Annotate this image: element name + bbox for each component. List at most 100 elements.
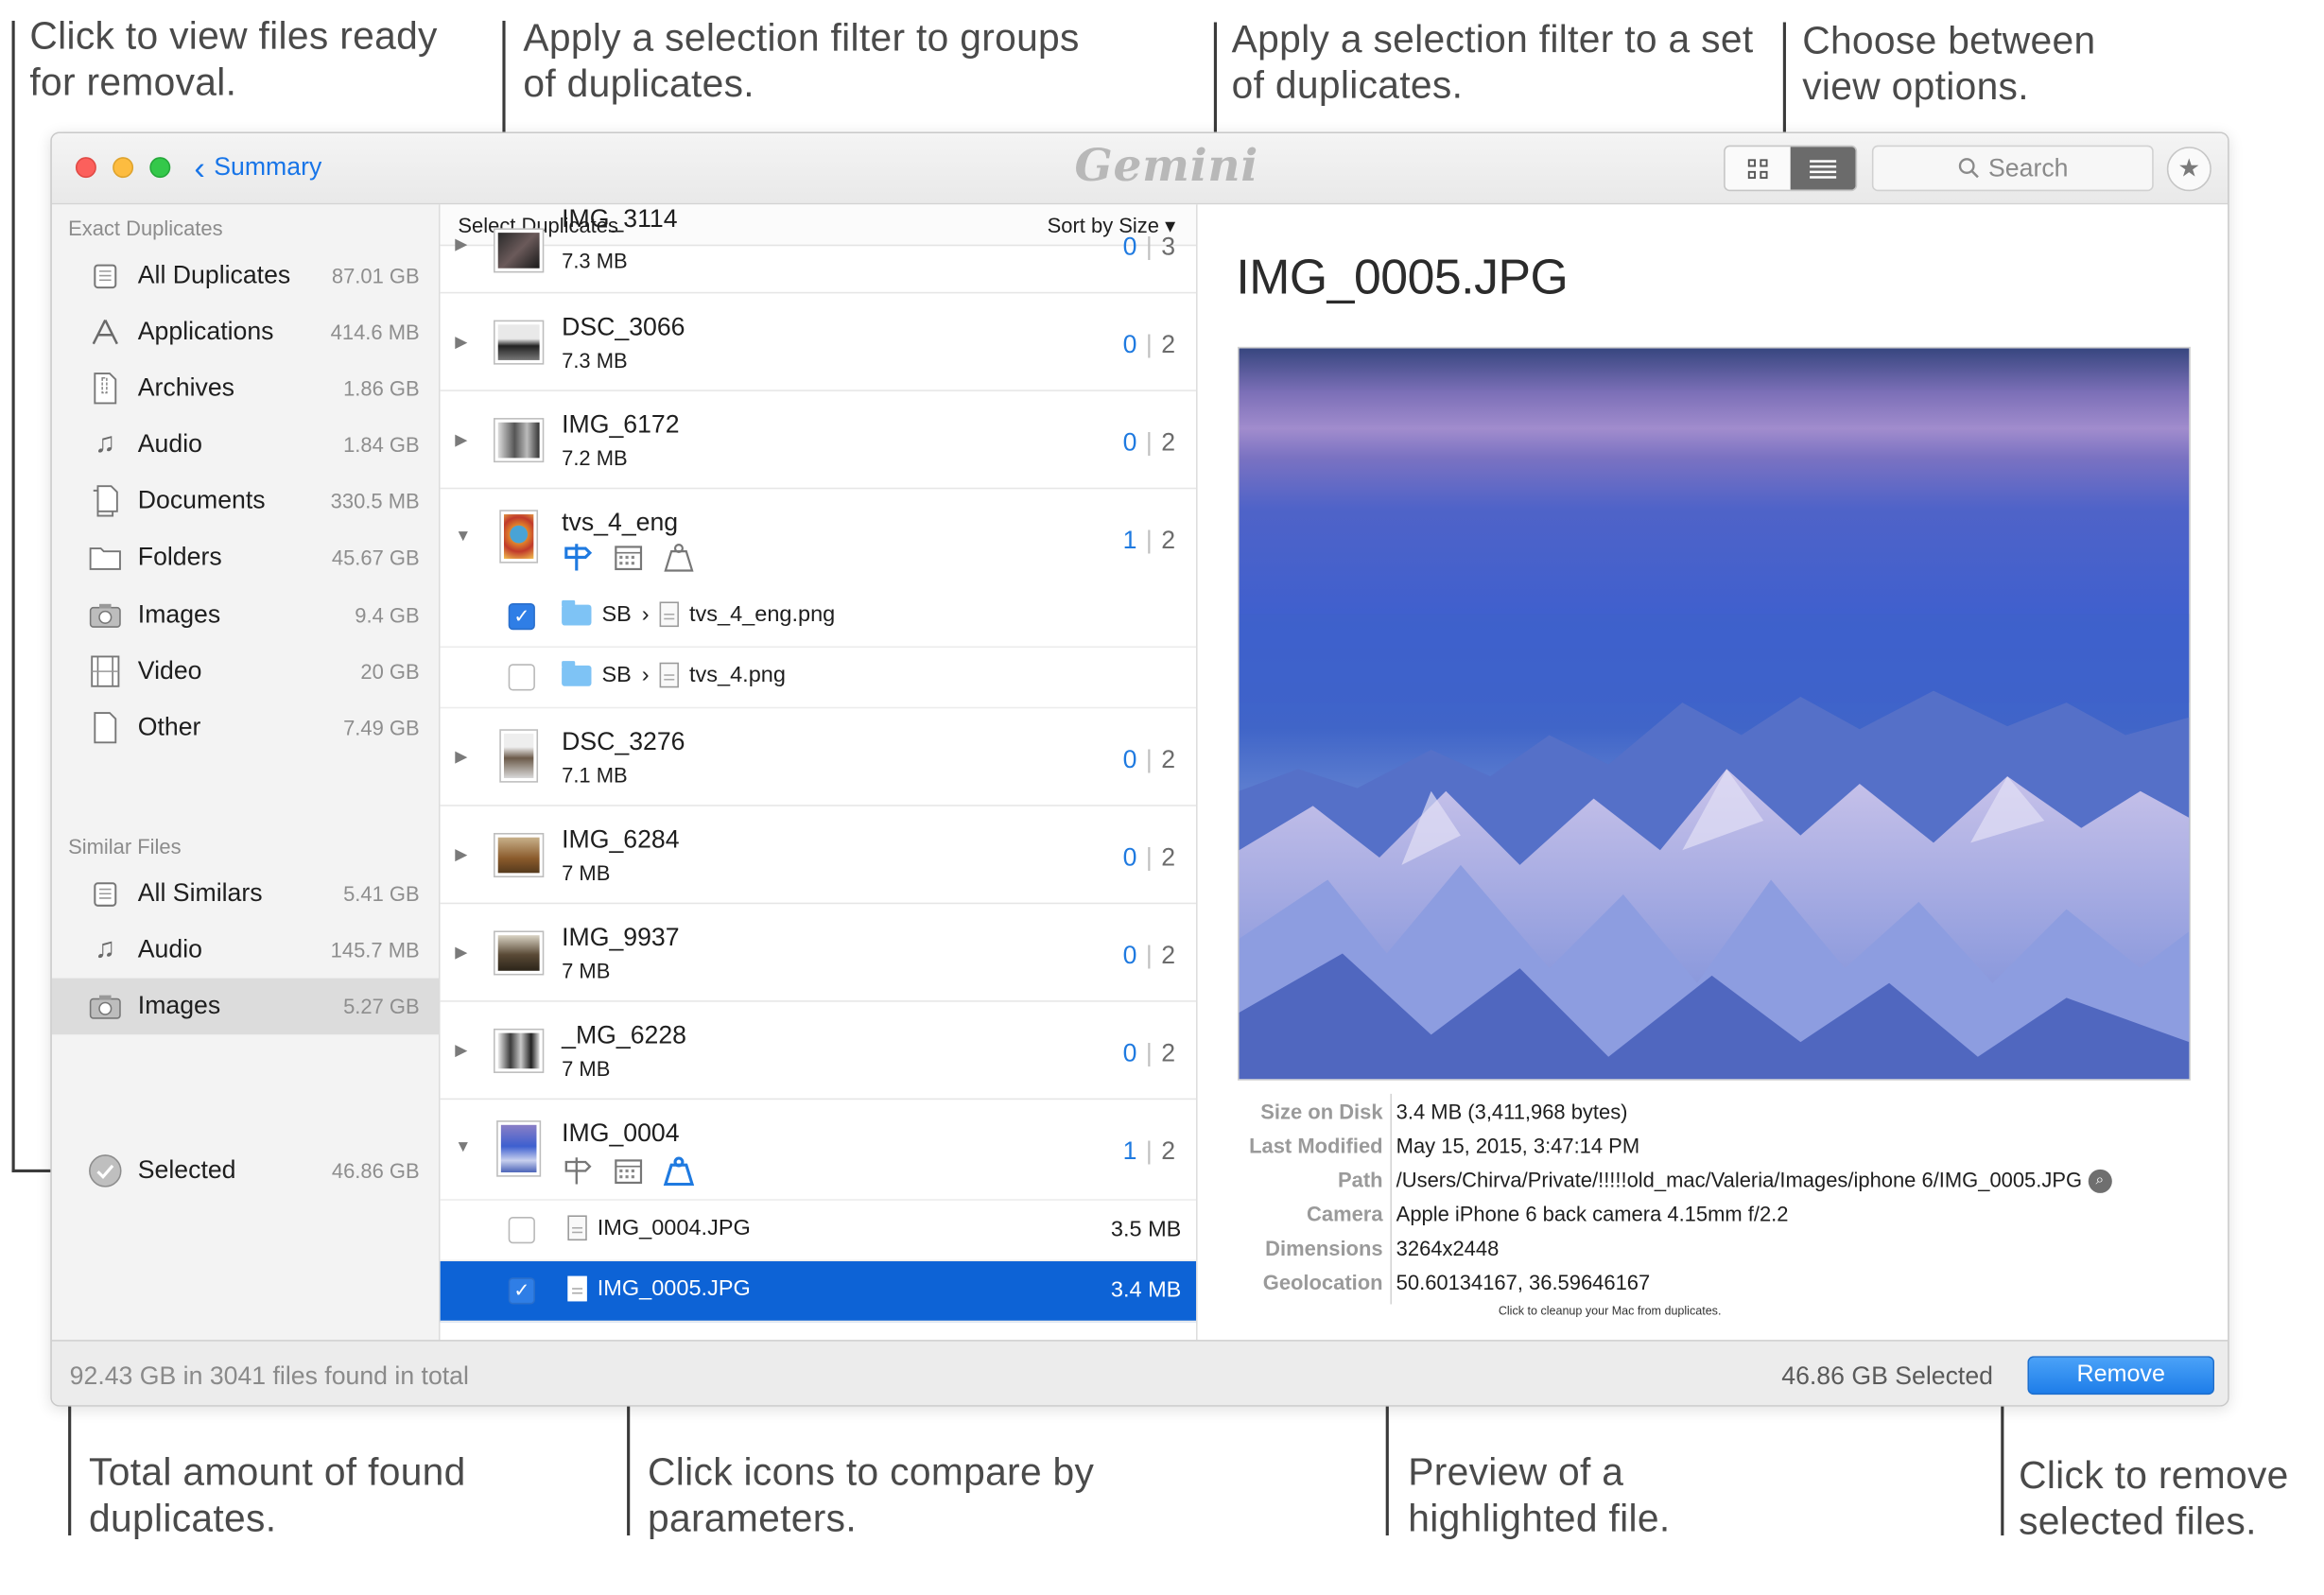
metadata-key: Dimensions <box>1265 1236 1383 1260</box>
sidebar-item-selected[interactable]: Selected 46.86 GB <box>52 1143 441 1200</box>
file-checkbox[interactable]: ✓ <box>508 1277 535 1305</box>
duplicate-group[interactable]: ▶ _MG_6228 7 MB 0 | 2 <box>440 1002 1197 1101</box>
group-size: 7 MB <box>562 959 611 983</box>
group-count[interactable]: 0 | 2 <box>1123 746 1175 775</box>
weight-icon[interactable] <box>663 1156 695 1187</box>
calendar-icon[interactable] <box>612 1156 644 1186</box>
duplicate-group-expanded[interactable]: ▼ IMG_0004 1 | 2 <box>440 1100 1197 1201</box>
file-icon <box>659 601 679 628</box>
metadata-row: Path /Users/Chirva/Private/!!!!!old_mac/… <box>1198 1168 2228 1202</box>
sidebar-item-similar-images[interactable]: Images 5.27 GB <box>51 978 441 1035</box>
file-size: 3.5 MB <box>1110 1216 1182 1242</box>
duplicate-file-row[interactable]: ✓ SB › tvs_4_eng.png <box>440 587 1197 649</box>
sidebar-item-archives[interactable]: Archives 1.86 GB <box>52 360 441 417</box>
disclosure-triangle-icon[interactable]: ▶ <box>455 332 467 352</box>
selected-count: 0 <box>1122 941 1137 970</box>
metadata-key: Path <box>1338 1168 1383 1192</box>
disclosure-triangle-open-icon[interactable]: ▼ <box>455 528 471 546</box>
metadata-key: Last Modified <box>1249 1134 1383 1158</box>
group-count[interactable]: 0 | 2 <box>1123 331 1175 360</box>
zoom-window-button[interactable] <box>149 157 171 179</box>
group-count[interactable]: 0 | 2 <box>1123 843 1175 873</box>
sidebar-item-size: 145.7 MB <box>330 938 420 962</box>
duplicate-group[interactable]: ▶ IMG_6284 7 MB 0 | 2 <box>440 806 1197 905</box>
sidebar-item-size: 5.27 GB <box>343 994 420 1018</box>
sidebar-item-video[interactable]: Video 20 GB <box>52 643 441 700</box>
grid-view-button[interactable] <box>1726 147 1791 189</box>
duplicate-group[interactable]: ▶ DSC_3066 7.3 MB 0 | 2 <box>440 293 1197 391</box>
sidebar-item-other[interactable]: Other 7.49 GB <box>52 700 441 756</box>
disclosure-triangle-icon[interactable]: ▶ <box>455 943 467 962</box>
group-count[interactable]: 0 | 2 <box>1123 428 1175 458</box>
sidebar-item-all-similars[interactable]: All Similars 5.41 GB <box>52 865 441 922</box>
file-checkbox[interactable] <box>508 664 535 691</box>
remove-button[interactable]: Remove <box>2027 1356 2214 1396</box>
connector-line <box>1782 22 1786 150</box>
sidebar-item-similar-audio[interactable]: ♫ Audio 145.7 MB <box>52 922 441 979</box>
sidebar-item-label: Archives <box>137 373 234 402</box>
exact-duplicates-header: Exact Duplicates <box>68 216 223 240</box>
file-checkbox[interactable] <box>508 1216 535 1244</box>
duplicate-group[interactable]: ▶ IMG_6172 7.2 MB 0 | 2 <box>440 391 1197 490</box>
duplicate-group[interactable]: ▶ IMG_9937 7 MB 0 | 2 <box>440 904 1197 1002</box>
callout-group-filter: Apply a selection filter to groups of du… <box>523 14 1080 106</box>
duplicate-file-row-highlighted[interactable]: ✓ IMG_0005.JPG 3.4 MB <box>440 1261 1197 1323</box>
sidebar-item-images[interactable]: Images 9.4 GB <box>52 587 441 644</box>
sidebar-item-audio[interactable]: ♫ Audio 1.84 GB <box>52 416 441 473</box>
search-input[interactable]: Search <box>1871 145 2154 192</box>
minimize-window-button[interactable] <box>113 157 134 179</box>
disclosure-triangle-icon[interactable]: ▶ <box>455 430 467 449</box>
sidebar-item-folders[interactable]: Folders 45.67 GB <box>52 529 441 586</box>
reveal-in-finder-icon[interactable]: ⌕ <box>2088 1170 2112 1194</box>
count-separator: | <box>1145 330 1153 359</box>
metadata-row: Camera Apple iPhone 6 back camera 4.15mm… <box>1198 1202 2228 1236</box>
total-count: 2 <box>1161 526 1176 555</box>
count-separator: | <box>1145 526 1153 555</box>
archive-icon <box>87 371 123 407</box>
film-icon <box>87 653 123 689</box>
list-icon <box>1810 159 1837 178</box>
duplicate-group-expanded[interactable]: ▼ tvs_4_eng 1 | 2 <box>441 489 1196 586</box>
favorites-button[interactable]: ★ <box>2166 147 2211 192</box>
applications-icon <box>87 314 123 350</box>
list-view-button[interactable] <box>1790 147 1856 190</box>
file-path: IMG_0004.JPG <box>567 1215 751 1241</box>
file-icon <box>659 662 679 688</box>
signpost-icon[interactable] <box>562 543 594 572</box>
group-count[interactable]: 1 | 2 <box>1123 1136 1175 1166</box>
disclosure-triangle-icon[interactable]: ▶ <box>455 1040 467 1060</box>
disclosure-triangle-icon[interactable]: ▶ <box>455 747 467 767</box>
total-count: 2 <box>1161 330 1176 359</box>
disclosure-triangle-icon[interactable]: ▶ <box>455 234 467 253</box>
group-count[interactable]: 0 | 2 <box>1123 1039 1175 1068</box>
disclosure-triangle-icon[interactable]: ▶ <box>455 845 467 864</box>
group-count[interactable]: 1 | 2 <box>1123 526 1175 555</box>
metadata-key: Geolocation <box>1262 1270 1383 1294</box>
sidebar-item-all-duplicates[interactable]: All Duplicates 87.01 GB <box>52 248 441 304</box>
back-to-summary-button[interactable]: ‹ Summary <box>194 151 321 183</box>
sidebar-item-label: Audio <box>137 429 202 459</box>
sidebar-item-label: Images <box>137 599 221 629</box>
file-checkbox[interactable]: ✓ <box>508 603 535 631</box>
group-size: 7.1 MB <box>562 763 628 788</box>
group-count[interactable]: 0 | 3 <box>1123 233 1175 262</box>
disclosure-triangle-open-icon[interactable]: ▼ <box>455 1138 471 1156</box>
close-window-button[interactable] <box>75 157 96 179</box>
sidebar-item-size: 9.4 GB <box>355 603 420 628</box>
group-count[interactable]: 0 | 2 <box>1123 941 1175 970</box>
sidebar: Exact Duplicates All Duplicates 87.01 GB… <box>51 204 441 1341</box>
sidebar-item-documents[interactable]: Documents 330.5 MB <box>52 473 441 529</box>
file-path: SB › tvs_4.png <box>562 660 786 688</box>
callout-total-amount: Total amount of found duplicates. <box>89 1449 466 1540</box>
sidebar-item-applications[interactable]: Applications 414.6 MB <box>52 303 441 360</box>
duplicate-group[interactable]: ▶ IMG_3114 7.3 MB 0 | 3 <box>440 204 1197 294</box>
calendar-icon[interactable] <box>612 543 644 572</box>
duplicate-file-row[interactable]: SB › tvs_4.png <box>440 648 1197 709</box>
signpost-icon[interactable] <box>562 1156 594 1186</box>
metadata-row: Dimensions 3264x2448 <box>1198 1236 2228 1270</box>
duplicate-file-row[interactable]: IMG_0004.JPG 3.5 MB <box>440 1201 1197 1262</box>
duplicate-group[interactable]: ▶ DSC_3276 7.1 MB 0 | 2 <box>440 708 1197 806</box>
group-name: IMG_6172 <box>562 410 680 440</box>
sidebar-item-size: 5.41 GB <box>343 881 420 906</box>
weight-icon[interactable] <box>663 543 695 572</box>
